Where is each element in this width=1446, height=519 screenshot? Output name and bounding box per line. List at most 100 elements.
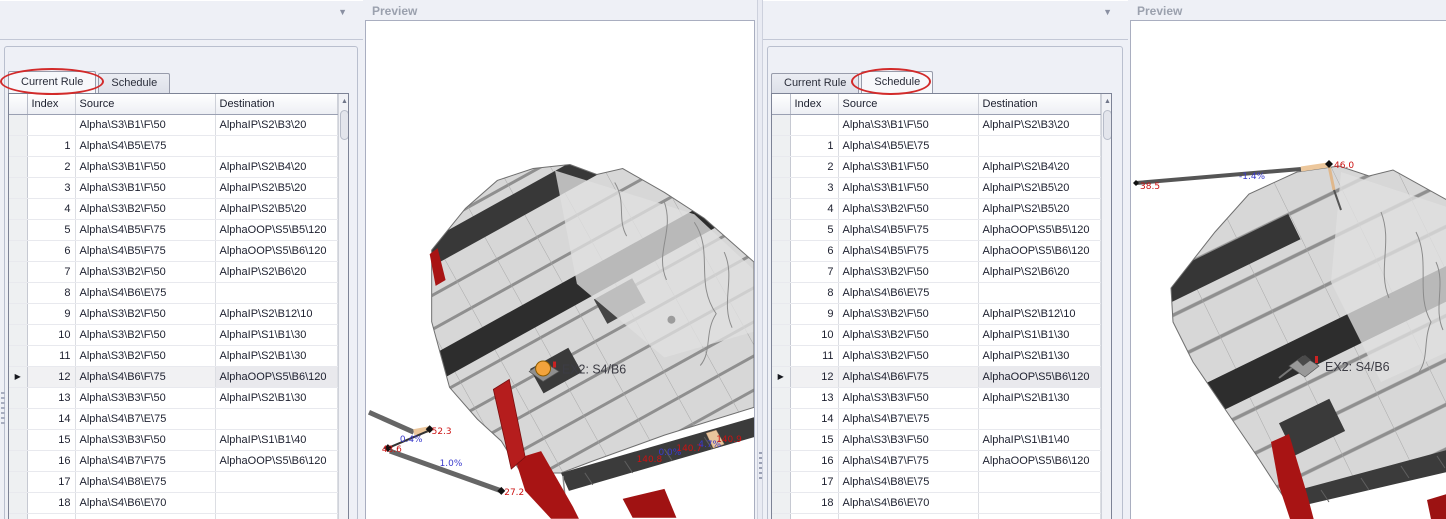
cell-index[interactable]: 10 (27, 324, 75, 345)
row-indicator[interactable]: ▶ (772, 366, 790, 387)
preview-3d-scene[interactable]: EX2: S4/B6 52.30.4%43.61.0%27.2140.80.0%… (366, 21, 754, 519)
chevron-down-icon[interactable]: ▼ (1103, 7, 1112, 17)
table-row[interactable]: 14Alpha\S4\B7\E\75 (9, 408, 337, 429)
table-row[interactable]: 17Alpha\S4\B8\E\75 (9, 471, 337, 492)
table-row[interactable]: Alpha\S3\B1\F\50AlphaIP\S2\B3\20 (772, 114, 1100, 135)
row-indicator[interactable] (9, 240, 27, 261)
table-row[interactable]: 7Alpha\S3\B2\F\50AlphaIP\S2\B6\20 (772, 261, 1100, 282)
cell-index[interactable]: 9 (27, 303, 75, 324)
cell-destination[interactable]: AlphaOOP\S5\B6\120 (215, 240, 337, 261)
cell-destination[interactable] (215, 408, 337, 429)
table-row[interactable]: 13Alpha\S3\B3\F\50AlphaIP\S2\B1\30 (9, 387, 337, 408)
cell-source[interactable]: Alpha\S4\B5\F\75 (75, 219, 215, 240)
table-row[interactable]: 5Alpha\S4\B5\F\75AlphaOOP\S5\B5\120 (772, 219, 1100, 240)
cell-destination[interactable]: AlphaIP\S2\B4\20 (215, 156, 337, 177)
cell-destination[interactable] (978, 492, 1100, 513)
scrollbar-thumb[interactable] (1103, 110, 1112, 140)
cell-index[interactable]: 11 (27, 345, 75, 366)
row-indicator[interactable] (772, 198, 790, 219)
table-row[interactable]: 16Alpha\S4\B7\F\75AlphaOOP\S5\B6\120 (9, 450, 337, 471)
scrollbar-thumb[interactable] (340, 110, 349, 140)
cell-source[interactable]: Alpha\S4\B7\F\75 (838, 450, 978, 471)
cell-source[interactable]: Alpha\S3\B1\F\50 (838, 114, 978, 135)
cell-index[interactable]: 16 (27, 450, 75, 471)
column-header-index[interactable]: Index (27, 94, 75, 114)
row-indicator[interactable] (772, 282, 790, 303)
cell-destination[interactable] (978, 135, 1100, 156)
cell-index[interactable]: 9 (790, 303, 838, 324)
cell-index[interactable]: 14 (27, 408, 75, 429)
cell-index[interactable]: 14 (790, 408, 838, 429)
row-indicator[interactable] (9, 513, 27, 519)
table-row[interactable]: 5Alpha\S4\B5\F\75AlphaOOP\S5\B5\120 (9, 219, 337, 240)
cell-source[interactable]: Alpha\S3\B2\F\50 (838, 345, 978, 366)
cell-index[interactable]: 12 (790, 366, 838, 387)
table-row[interactable]: Alpha\S4\B6\E\75 (772, 513, 1100, 519)
table-row[interactable]: 15Alpha\S3\B3\F\50AlphaIP\S1\B1\40 (9, 429, 337, 450)
cell-destination[interactable] (978, 408, 1100, 429)
cell-destination[interactable]: AlphaOOP\S5\B6\120 (978, 240, 1100, 261)
cell-source[interactable]: Alpha\S3\B2\F\50 (838, 198, 978, 219)
cell-source[interactable]: Alpha\S3\B3\F\50 (75, 387, 215, 408)
cell-index[interactable]: 3 (27, 177, 75, 198)
cell-destination[interactable]: AlphaOOP\S5\B5\120 (215, 219, 337, 240)
row-indicator[interactable] (772, 408, 790, 429)
row-indicator[interactable] (772, 261, 790, 282)
column-header-index[interactable]: Index (790, 94, 838, 114)
cell-destination[interactable] (215, 492, 337, 513)
cell-destination[interactable] (215, 471, 337, 492)
scroll-up-icon[interactable]: ▲ (339, 94, 350, 109)
cell-index[interactable]: 7 (27, 261, 75, 282)
tab-current-rule[interactable]: Current Rule (771, 73, 859, 93)
cell-source[interactable]: Alpha\S4\B6\E\75 (838, 513, 978, 519)
cell-source[interactable]: Alpha\S4\B6\E\70 (838, 492, 978, 513)
cell-source[interactable]: Alpha\S3\B2\F\50 (838, 324, 978, 345)
row-indicator[interactable] (9, 282, 27, 303)
row-indicator[interactable] (772, 429, 790, 450)
row-indicator[interactable]: ▶ (9, 366, 27, 387)
cell-index[interactable]: 1 (27, 135, 75, 156)
cell-index[interactable]: 18 (790, 492, 838, 513)
table-row[interactable]: 4Alpha\S3\B2\F\50AlphaIP\S2\B5\20 (772, 198, 1100, 219)
table-row[interactable]: 16Alpha\S4\B7\F\75AlphaOOP\S5\B6\120 (772, 450, 1100, 471)
cell-source[interactable]: Alpha\S4\B5\F\75 (838, 219, 978, 240)
table-row[interactable]: 1Alpha\S4\B5\E\75 (9, 135, 337, 156)
cell-source[interactable]: Alpha\S4\B6\E\70 (75, 492, 215, 513)
cell-index[interactable]: 15 (790, 429, 838, 450)
row-indicator[interactable] (772, 471, 790, 492)
cell-destination[interactable]: AlphaIP\S1\B1\40 (215, 429, 337, 450)
cell-source[interactable]: Alpha\S4\B7\F\75 (75, 450, 215, 471)
row-indicator[interactable] (9, 114, 27, 135)
row-indicator[interactable] (9, 219, 27, 240)
row-indicator[interactable] (9, 450, 27, 471)
cell-destination[interactable]: AlphaIP\S2\B1\30 (215, 345, 337, 366)
cell-source[interactable]: Alpha\S3\B1\F\50 (838, 156, 978, 177)
cell-destination[interactable]: AlphaOOP\S5\B6\120 (215, 366, 337, 387)
cell-source[interactable]: Alpha\S3\B1\F\50 (75, 114, 215, 135)
cell-index[interactable]: 10 (790, 324, 838, 345)
table-row[interactable]: 7Alpha\S3\B2\F\50AlphaIP\S2\B6\20 (9, 261, 337, 282)
row-indicator[interactable] (9, 387, 27, 408)
cell-index[interactable]: 18 (27, 492, 75, 513)
cell-index[interactable]: 4 (27, 198, 75, 219)
cell-source[interactable]: Alpha\S3\B1\F\50 (75, 156, 215, 177)
cell-index[interactable] (790, 513, 838, 519)
cell-index[interactable]: 13 (790, 387, 838, 408)
row-indicator[interactable] (9, 471, 27, 492)
row-indicator[interactable] (772, 156, 790, 177)
vertical-scrollbar[interactable]: ▲ (1101, 94, 1113, 519)
cell-destination[interactable]: AlphaOOP\S5\B6\120 (978, 366, 1100, 387)
row-indicator[interactable] (9, 324, 27, 345)
table-row[interactable]: 8Alpha\S4\B6\E\75 (772, 282, 1100, 303)
table-row[interactable]: 2Alpha\S3\B1\F\50AlphaIP\S2\B4\20 (9, 156, 337, 177)
cell-destination[interactable]: AlphaIP\S2\B5\20 (978, 177, 1100, 198)
table-row[interactable]: 9Alpha\S3\B2\F\50AlphaIP\S2\B12\10 (9, 303, 337, 324)
cell-source[interactable]: Alpha\S3\B2\F\50 (75, 324, 215, 345)
cell-destination[interactable] (978, 471, 1100, 492)
tab-current-rule[interactable]: Current Rule (8, 71, 96, 93)
cell-index[interactable]: 6 (27, 240, 75, 261)
cell-index[interactable]: 1 (790, 135, 838, 156)
cell-source[interactable]: Alpha\S3\B2\F\50 (75, 303, 215, 324)
cell-index[interactable] (27, 513, 75, 519)
table-row[interactable]: 1Alpha\S4\B5\E\75 (772, 135, 1100, 156)
